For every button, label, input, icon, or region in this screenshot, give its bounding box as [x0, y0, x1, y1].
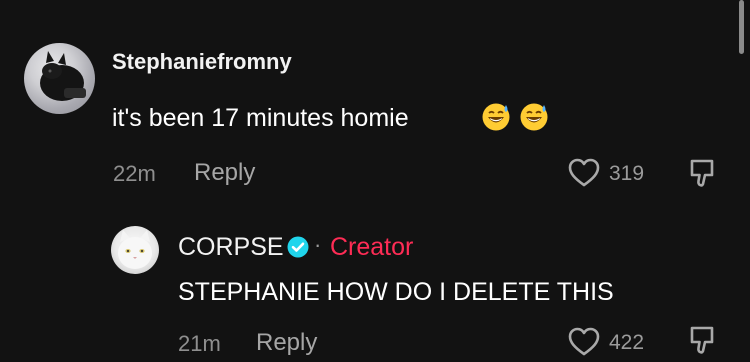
comment-text: it's been 17 minutes homie [112, 104, 409, 132]
verified-badge-icon [287, 236, 309, 258]
dislike-icon[interactable] [688, 158, 716, 188]
grinning-face-with-sweat-icon [482, 103, 510, 131]
dislike-icon[interactable] [688, 325, 716, 355]
avatar[interactable] [24, 43, 95, 114]
comment-timestamp: 22m [113, 161, 156, 186]
comment-username[interactable]: Stephaniefromny [112, 49, 292, 75]
reply-button[interactable]: Reply [256, 329, 317, 357]
comment-text: STEPHANIE HOW DO I DELETE THIS [178, 278, 614, 306]
like-count: 319 [609, 162, 645, 185]
grinning-face-with-sweat-icon [520, 103, 548, 131]
comment-username[interactable]: CORPSE [178, 233, 284, 262]
heart-icon[interactable] [568, 158, 600, 188]
reply-button[interactable]: Reply [194, 159, 255, 187]
scrollbar[interactable] [739, 0, 744, 54]
avatar-image [118, 230, 152, 269]
avatar-image [40, 51, 86, 101]
heart-icon[interactable] [568, 327, 600, 357]
creator-tag: Creator [330, 233, 414, 261]
comment-timestamp: 21m [178, 331, 221, 356]
separator-dot: · [314, 232, 322, 257]
like-count: 422 [609, 331, 645, 354]
avatar[interactable] [111, 226, 159, 274]
